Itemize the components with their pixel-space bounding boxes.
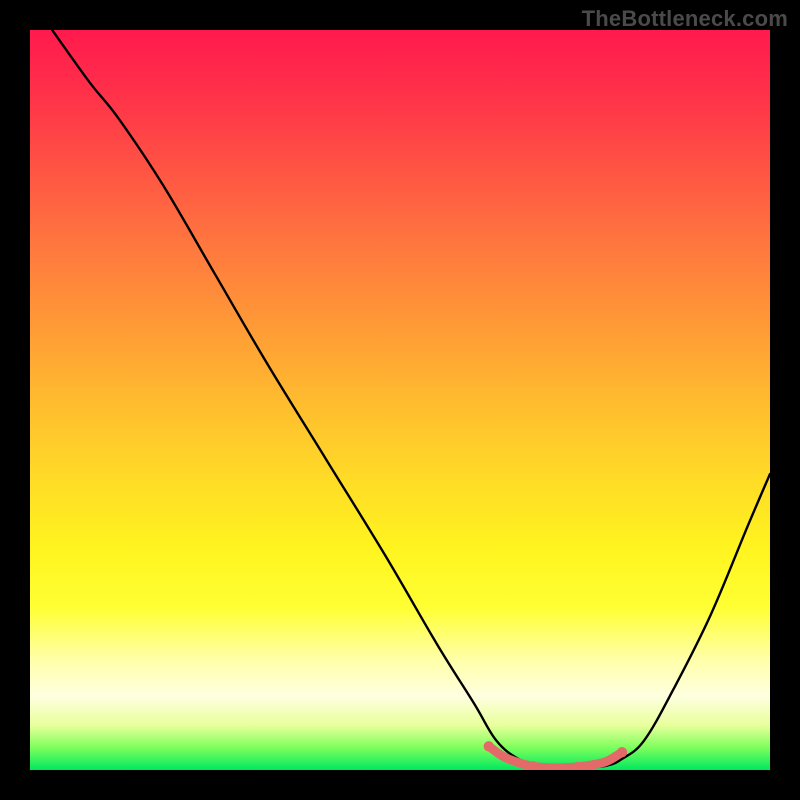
watermark-text: TheBottleneck.com xyxy=(582,6,788,32)
chart-svg xyxy=(30,30,770,770)
main-curve xyxy=(52,30,770,768)
highlight-trough xyxy=(484,741,628,770)
chart-container: TheBottleneck.com xyxy=(0,0,800,800)
plot-area xyxy=(30,30,770,770)
